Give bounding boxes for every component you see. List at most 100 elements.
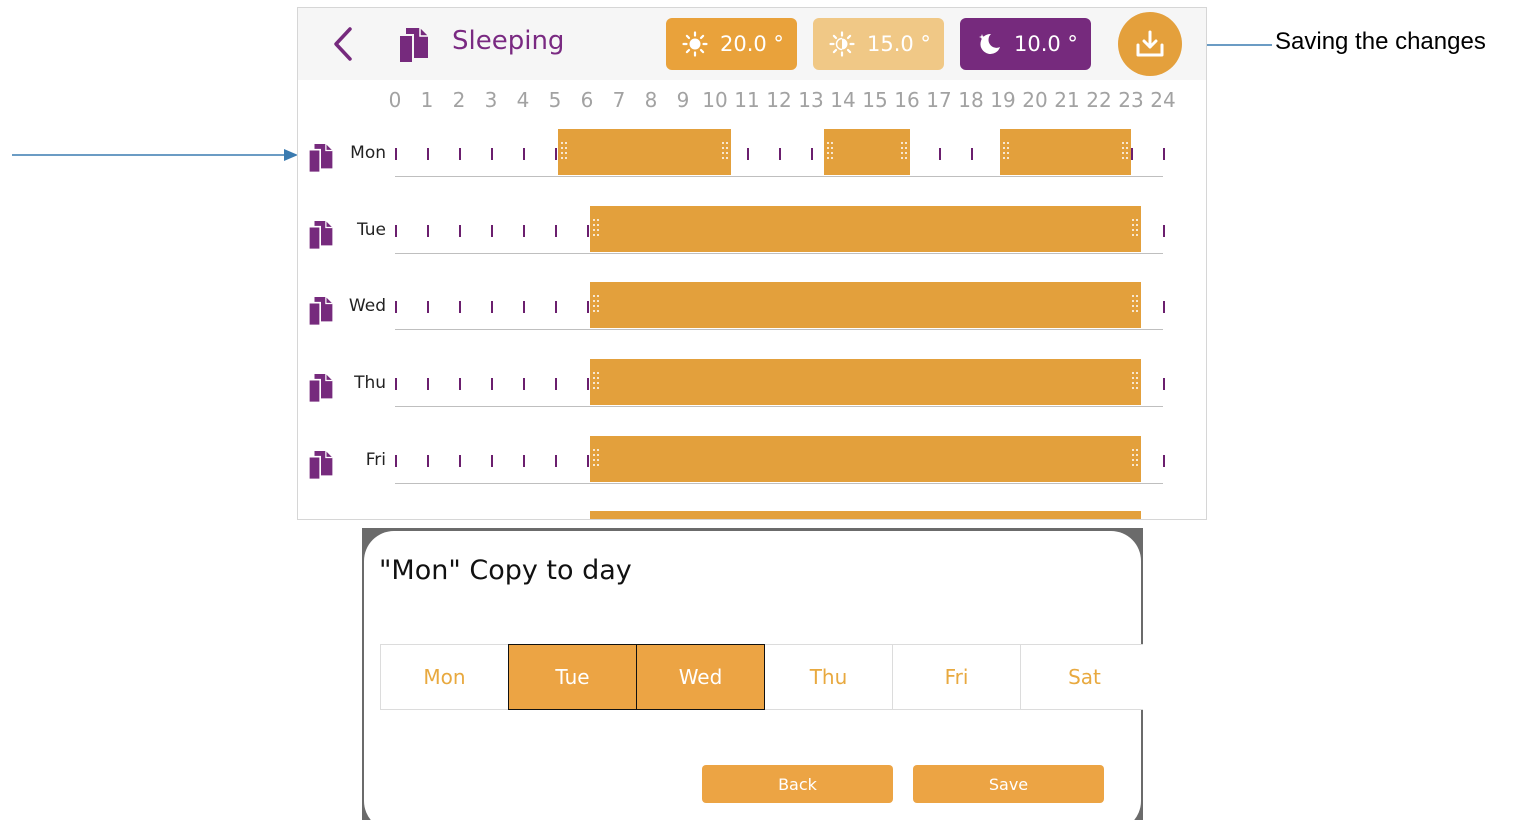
- save-button[interactable]: [1118, 12, 1182, 76]
- copy-day-icon[interactable]: [308, 142, 334, 172]
- hour-label: 5: [548, 88, 562, 112]
- hour-label: 7: [612, 88, 626, 112]
- day-label: Wed: [348, 296, 386, 317]
- schedule-segment[interactable]: [590, 435, 1141, 482]
- hour-tick: [523, 148, 525, 160]
- copy-day-icon[interactable]: [308, 219, 334, 249]
- hour-tick: [1163, 148, 1165, 160]
- schedule-screen: Sleeping 20.0 ° 15.0 ° 10.0 ° 0 1 2 3 4 …: [297, 7, 1207, 520]
- profile-title: Sleeping: [452, 26, 565, 56]
- hour-tick: [459, 148, 461, 160]
- hour-tick: [811, 148, 813, 160]
- drag-handle-start[interactable]: [826, 142, 833, 162]
- hour-tick: [427, 454, 429, 467]
- hour-label: 11: [734, 88, 760, 112]
- hour-label: 21: [1054, 88, 1080, 112]
- hour-label: 16: [894, 88, 920, 112]
- hour-label: 12: [766, 88, 792, 112]
- hour-label: 4: [516, 88, 530, 112]
- dialog-title: "Mon" Copy to day: [379, 555, 632, 586]
- top-bar: Sleeping 20.0 ° 15.0 ° 10.0 °: [298, 8, 1206, 80]
- hour-label: 10: [702, 88, 728, 112]
- hour-tick: [395, 148, 397, 160]
- hour-tick: [1163, 454, 1165, 467]
- hour-tick: [491, 224, 493, 237]
- day-selector: Mon Tue Wed Thu Fri Sat: [380, 644, 1143, 710]
- temp-comfort-button[interactable]: 20.0 °: [666, 18, 797, 70]
- hour-label: 2: [452, 88, 466, 112]
- schedule-segment[interactable]: [999, 129, 1131, 175]
- hour-tick: [779, 148, 781, 160]
- drag-handle-end[interactable]: [901, 142, 908, 162]
- copy-day-icon[interactable]: [308, 449, 334, 479]
- drag-handle-start[interactable]: [593, 372, 600, 392]
- temp-night-label: 10.0 °: [1014, 32, 1078, 56]
- hour-tick: [427, 301, 429, 314]
- temp-eco-button[interactable]: 15.0 °: [813, 18, 944, 70]
- schedule-segment[interactable]: [590, 359, 1141, 406]
- download-icon: [1136, 30, 1164, 57]
- sun-icon: [682, 31, 708, 57]
- day-row-thu: Thu: [298, 356, 1206, 432]
- hour-tick: [491, 301, 493, 314]
- drag-handle-end[interactable]: [721, 142, 728, 162]
- drag-handle-start[interactable]: [561, 142, 568, 162]
- temp-comfort-label: 20.0 °: [720, 32, 784, 56]
- dialog-save-button[interactable]: Save: [913, 765, 1104, 803]
- day-option-fri[interactable]: Fri: [892, 644, 1021, 710]
- drag-handle-end[interactable]: [1131, 448, 1138, 469]
- hour-label: 3: [484, 88, 498, 112]
- hour-tick: [1163, 224, 1165, 237]
- schedule-segment[interactable]: [558, 129, 731, 175]
- hour-tick: [939, 148, 941, 160]
- drag-handle-end[interactable]: [1131, 218, 1138, 239]
- moon-icon: [979, 33, 1000, 54]
- hour-label: 8: [644, 88, 658, 112]
- hour-tick: [395, 378, 397, 391]
- day-option-thu[interactable]: Thu: [764, 644, 893, 710]
- hour-tick: [395, 301, 397, 314]
- hour-tick: [1131, 148, 1133, 160]
- copy-day-icon[interactable]: [308, 295, 334, 326]
- hour-tick: [395, 224, 397, 237]
- hour-label: 14: [830, 88, 856, 112]
- hour-tick: [555, 148, 557, 160]
- schedule-segment[interactable]: [823, 129, 911, 175]
- schedule-segment-partial[interactable]: [590, 511, 1141, 519]
- hour-tick: [747, 148, 749, 160]
- hour-tick: [587, 378, 589, 391]
- day-option-wed[interactable]: Wed: [636, 644, 765, 710]
- drag-handle-start[interactable]: [593, 295, 600, 315]
- back-button[interactable]: Back: [702, 765, 893, 803]
- row-baseline: [395, 329, 1163, 331]
- hour-tick: [587, 224, 589, 237]
- day-option-mon[interactable]: Mon: [380, 644, 509, 710]
- hour-tick: [523, 301, 525, 314]
- temp-night-button[interactable]: 10.0 °: [960, 18, 1091, 70]
- hour-scale: 0 1 2 3 4 5 6 7 8 9 10 11 12 13 14 15 16 17 18 19 20 21 22 23 24: [298, 88, 1206, 114]
- row-baseline: [395, 252, 1163, 254]
- drag-handle-end[interactable]: [1121, 142, 1128, 162]
- schedule-segment[interactable]: [590, 205, 1141, 252]
- hour-tick: [427, 148, 429, 160]
- hour-tick: [523, 378, 525, 391]
- schedule-segment[interactable]: [590, 282, 1141, 329]
- copy-day-icon[interactable]: [308, 372, 334, 402]
- hour-tick: [587, 301, 589, 314]
- day-label: Tue: [356, 219, 386, 240]
- drag-handle-start[interactable]: [593, 448, 600, 469]
- hour-label: 6: [580, 88, 594, 112]
- day-option-tue[interactable]: Tue: [508, 644, 637, 710]
- sun-dim-icon: [829, 31, 855, 57]
- copy-icon[interactable]: [398, 26, 430, 62]
- drag-handle-end[interactable]: [1131, 295, 1138, 315]
- hour-tick: [459, 454, 461, 467]
- hour-label: 9: [676, 88, 690, 112]
- back-chevron-icon[interactable]: [330, 24, 358, 64]
- day-option-sat[interactable]: Sat: [1020, 644, 1143, 710]
- hour-label: 1: [420, 88, 434, 112]
- drag-handle-end[interactable]: [1131, 372, 1138, 392]
- drag-handle-start[interactable]: [1002, 142, 1009, 162]
- drag-handle-start[interactable]: [593, 218, 600, 239]
- hour-label: 0: [388, 88, 402, 112]
